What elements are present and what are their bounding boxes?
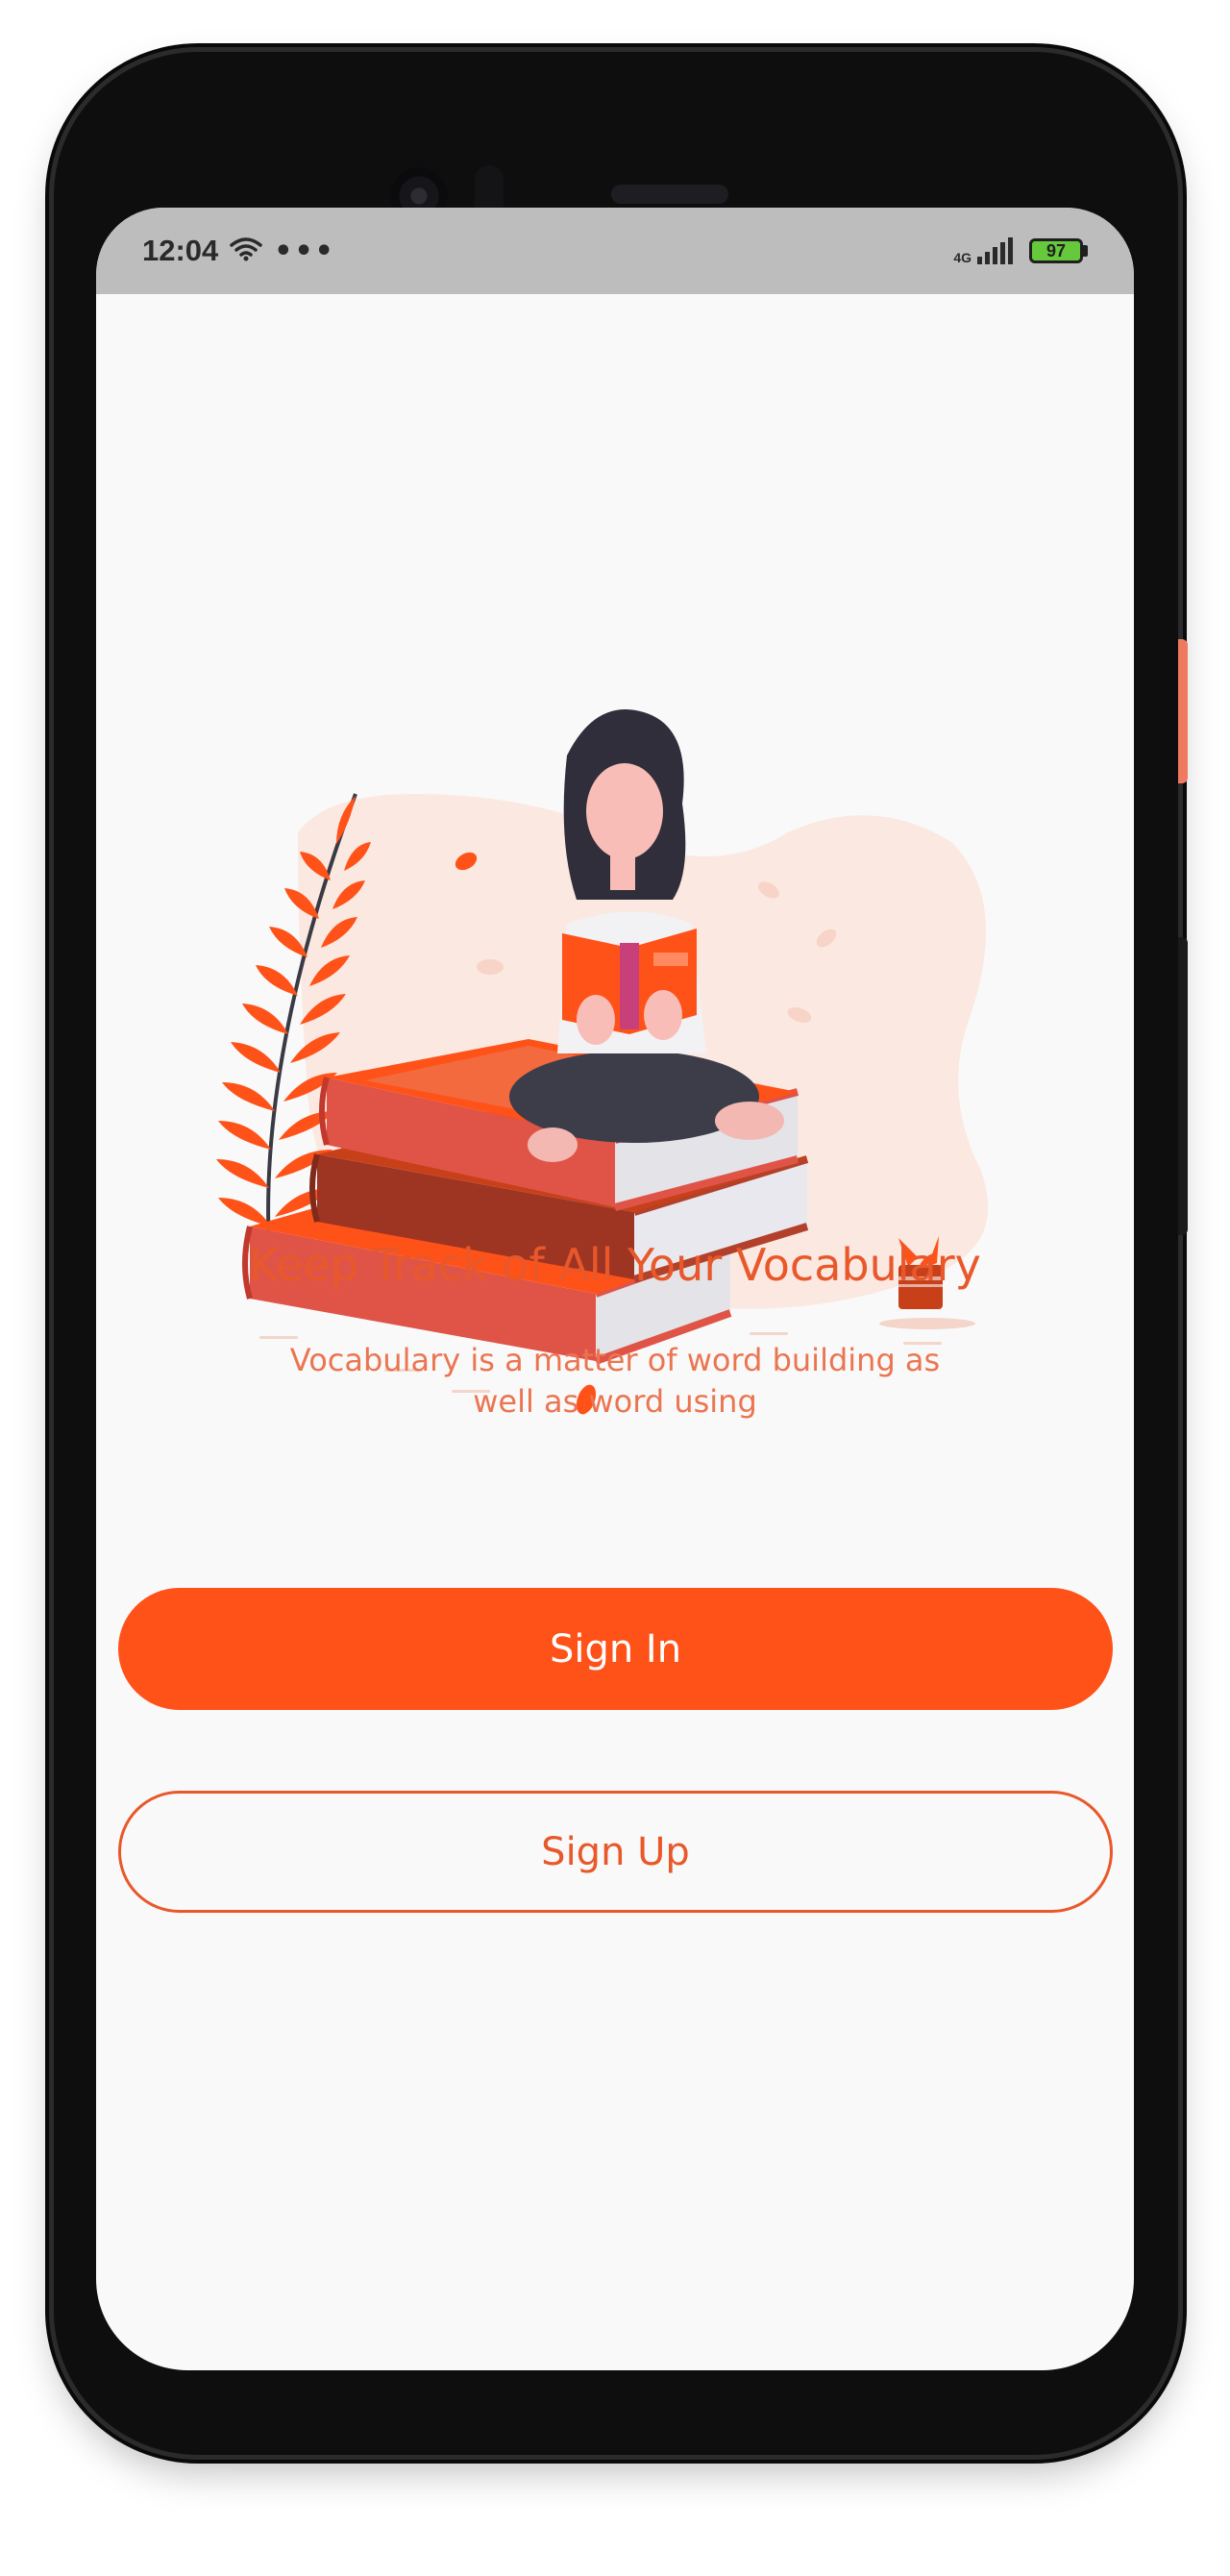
onboarding-headline: Keep Track of All Your Vocabulary <box>249 1239 981 1291</box>
battery-level: 97 <box>1046 240 1067 260</box>
battery-icon: 97 <box>1029 238 1088 263</box>
battery-body: 97 <box>1029 238 1083 263</box>
network-type-label: 4G <box>953 250 972 265</box>
status-left: 12:04 ••• <box>142 234 335 268</box>
status-time: 12:04 <box>142 234 219 267</box>
app-screen: 12:04 ••• 4G 97 Keep Track of All Your V… <box>96 208 1134 2370</box>
more-dots-icon: ••• <box>274 234 335 268</box>
sign-in-button[interactable]: Sign In <box>118 1588 1113 1710</box>
earpiece-speaker <box>611 185 728 204</box>
wifi-icon <box>230 236 263 265</box>
battery-tip <box>1083 245 1088 257</box>
sign-up-button[interactable]: Sign Up <box>118 1791 1113 1913</box>
signal-icon: 4G <box>953 237 1018 264</box>
status-bar: 12:04 ••• 4G 97 <box>96 208 1134 294</box>
power-button[interactable] <box>1178 639 1188 783</box>
onboarding-subtitle: Vocabulary is a matter of word building … <box>289 1342 941 1420</box>
volume-button[interactable] <box>1178 937 1188 1235</box>
status-right: 4G 97 <box>953 237 1088 264</box>
